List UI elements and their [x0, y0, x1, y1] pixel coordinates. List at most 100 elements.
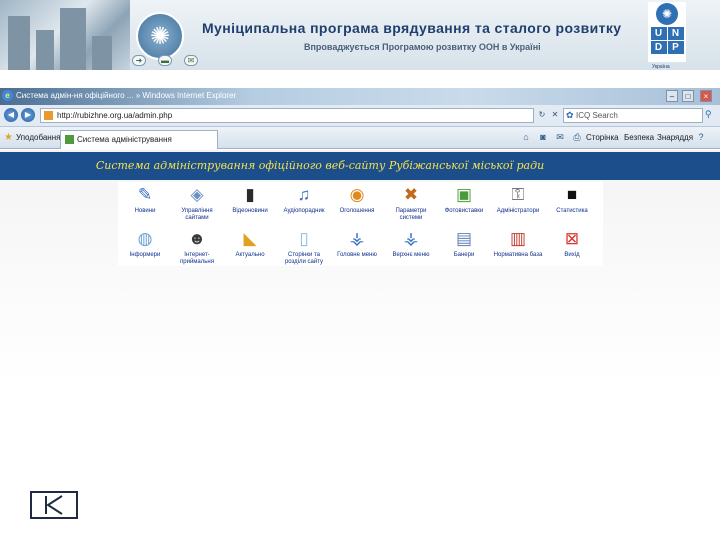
slide-banner: ✺ Муніципальна програма врядування та ст… — [0, 0, 720, 70]
book-icon[interactable]: ▬ — [158, 55, 172, 66]
module-label: Інформери — [129, 252, 161, 258]
module-label: Параметри системи — [395, 208, 427, 221]
module-label: Новини — [134, 208, 156, 214]
module-exit[interactable]: ⊠ Вихід — [546, 228, 598, 259]
admin-header: Система адміністрування офіційного веб-с… — [0, 152, 720, 180]
module-banners[interactable]: ▤ Банери — [438, 228, 490, 259]
module-photo-exhibitions[interactable]: ▣ Фотовиставки — [438, 184, 490, 215]
module-statistics[interactable]: ■ Статистика — [546, 184, 598, 215]
logo-caption: Україна — [652, 64, 670, 70]
favorites-star-icon[interactable]: ★ — [4, 132, 13, 143]
tree-icon: ⚶ — [349, 229, 365, 248]
window-title-bar[interactable]: e Система адмін-ня офіційного ... » Wind… — [0, 88, 720, 105]
module-site-management[interactable]: ◈ Управління сайтами — [171, 184, 223, 222]
module-label: Вихід — [564, 252, 580, 258]
un-globe-icon: ✺ — [656, 3, 678, 25]
mail-icon[interactable]: ✉ — [554, 132, 566, 143]
safety-menu[interactable]: Безпека — [624, 133, 654, 142]
keys-icon: ⚿ — [511, 185, 525, 204]
module-label: Фотовиставки — [444, 208, 484, 214]
tools-menu[interactable]: Знаряддя — [657, 133, 693, 142]
document-icon: ▯ — [299, 229, 309, 248]
back-button[interactable]: ◀ — [4, 108, 18, 122]
envelope-icon[interactable]: ✉ — [184, 55, 198, 66]
banner-subtitle: Впроваджується Програмою розвитку ООН в … — [304, 42, 541, 52]
stop-icon[interactable]: ✕ — [549, 109, 561, 121]
banner-title: Муніципальна програма врядування та стал… — [202, 20, 622, 36]
module-normative-base[interactable]: ▥ Нормативна база — [492, 228, 544, 259]
page-viewport: Система адміністрування офіційного веб-с… — [0, 150, 720, 540]
module-label: Відеоновини — [232, 208, 268, 214]
logo-letter: D — [650, 41, 667, 54]
refresh-icon[interactable]: ↻ — [536, 109, 548, 121]
module-announcements[interactable]: ◉ Оголошення — [331, 184, 383, 215]
pin-icon: ◣ — [243, 229, 257, 248]
video-phone-icon: ▮ — [245, 185, 255, 204]
module-main-menu[interactable]: ⚶ Головне меню — [331, 228, 383, 259]
building-shape — [36, 30, 54, 70]
tab-admin[interactable]: Система адміністрування — [60, 130, 218, 149]
icq-logo-icon: ✿ — [566, 110, 574, 120]
module-top-menu[interactable]: ⚶ Верхнє меню — [385, 228, 437, 259]
module-pages-sections[interactable]: ▯ Сторінки та розділи сайту — [278, 228, 330, 266]
module-audio[interactable]: ♫ Аудіопорадник — [278, 184, 330, 215]
window-title: Система адмін-ня офіційного ... » Window… — [16, 91, 237, 100]
admin-modules-panel: ✎ Новини ◈ Управління сайтами ▮ Відеонов… — [118, 182, 603, 266]
page-menu[interactable]: Сторінка — [586, 133, 619, 142]
module-label: Сторінки та розділи сайту — [284, 252, 324, 265]
tab-favicon-icon — [65, 135, 74, 144]
help-icon[interactable]: ? — [695, 132, 707, 143]
undp-logo: ✺ U N D P — [648, 2, 686, 62]
module-label: Оголошення — [339, 208, 375, 214]
module-label: Статистика — [556, 208, 588, 214]
address-text: http://rubizhne.org.ua/admin.php — [57, 111, 173, 120]
address-input[interactable]: http://rubizhne.org.ua/admin.php — [40, 108, 534, 123]
feeds-icon[interactable]: ◙ — [537, 132, 549, 143]
arrow-right-icon[interactable]: ➜ — [132, 55, 146, 66]
cube-icon: ◈ — [190, 185, 204, 204]
search-icon[interactable]: ⚲ — [705, 109, 717, 121]
forward-button[interactable]: ▶ — [21, 108, 35, 122]
favorites-button[interactable]: Уподобання — [16, 133, 60, 142]
module-news[interactable]: ✎ Новини — [119, 184, 171, 215]
audio-icon: ♫ — [297, 185, 311, 204]
tools-icon: ✖ — [403, 185, 419, 204]
home-icon[interactable]: ⌂ — [520, 132, 532, 143]
module-label: Верхнє меню — [392, 252, 430, 258]
module-label: Адміністратори — [496, 208, 540, 214]
presentation-slide: ✺ Муніципальна програма врядування та ст… — [0, 0, 720, 540]
building-shape — [60, 8, 86, 70]
building-shape — [92, 36, 112, 70]
minimize-button[interactable]: – — [666, 90, 678, 102]
module-informers[interactable]: ◍ Інформери — [119, 228, 171, 259]
search-placeholder: ICQ Search — [576, 111, 618, 120]
module-label: Банери — [453, 252, 475, 258]
search-input[interactable]: ✿ ICQ Search — [563, 108, 703, 123]
pen-icon: ✎ — [137, 185, 153, 204]
chart-icon: ■ — [566, 185, 578, 204]
module-administrators[interactable]: ⚿ Адміністратори — [492, 184, 544, 215]
city-photo — [0, 0, 130, 70]
module-label: Актуально — [235, 252, 265, 258]
un-emblem-icon: ✺ — [136, 12, 184, 60]
print-icon[interactable]: ⎙ — [571, 132, 583, 143]
page-title: Система адміністрування офіційного веб-с… — [95, 159, 545, 172]
module-label: Інтернет-приймальня — [180, 252, 214, 265]
module-label: Нормативна база — [493, 252, 543, 258]
module-video-news[interactable]: ▮ Відеоновини — [224, 184, 276, 215]
module-internet-reception[interactable]: ☻ Інтернет-приймальня — [171, 228, 223, 266]
end-slide-button[interactable] — [30, 491, 78, 519]
close-button[interactable]: × — [700, 90, 712, 102]
module-system-settings[interactable]: ✖ Параметри системи — [385, 184, 437, 222]
module-label: Аудіопорадник — [283, 208, 325, 214]
tab-bar: ★ Уподобання Система адміністрування ⌂ ◙… — [0, 127, 720, 149]
logo-letter: N — [667, 27, 684, 40]
globe-icon: ◍ — [137, 229, 153, 248]
maximize-button[interactable]: □ — [682, 90, 694, 102]
module-actual[interactable]: ◣ Актуально — [224, 228, 276, 259]
logo-letter: P — [667, 41, 684, 54]
photo-icon: ▣ — [455, 185, 473, 204]
ie-logo-icon: e — [2, 90, 13, 101]
book-icon: ▥ — [509, 229, 527, 248]
exit-icon: ⊠ — [564, 229, 580, 248]
